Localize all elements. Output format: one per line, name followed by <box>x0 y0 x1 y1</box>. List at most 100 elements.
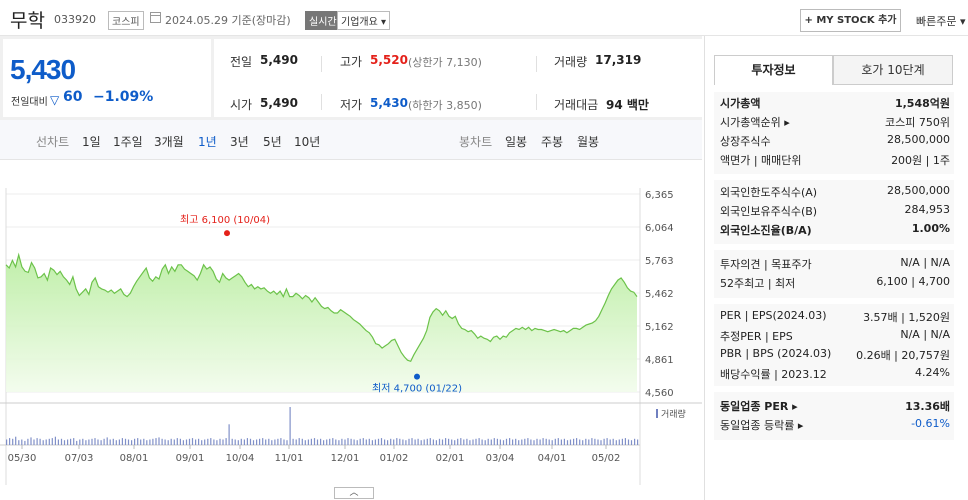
info-row: 상장주식수 28,500,000 <box>718 133 950 151</box>
volume-bar <box>612 438 614 445</box>
tab-1d[interactable]: 1일 <box>82 133 101 150</box>
volume-bar <box>45 439 47 445</box>
tab-order-book[interactable]: 호가 10단계 <box>833 55 953 85</box>
change-amount: 60 <box>63 89 83 105</box>
volume-bar <box>143 438 145 445</box>
volume-bar <box>417 438 419 445</box>
info-row: 시가총액 1,548억원 <box>718 95 950 113</box>
volume-bar <box>57 439 59 445</box>
volume-bar <box>606 438 608 445</box>
volume-bar <box>9 438 11 445</box>
tab-daily[interactable]: 일봉 <box>505 133 527 150</box>
volume-bar <box>195 439 197 445</box>
volume-bar <box>91 438 93 445</box>
volume-bar <box>210 438 212 445</box>
calendar-icon <box>150 12 161 23</box>
volume-bar <box>499 439 501 445</box>
volume-bar <box>289 407 291 445</box>
volume-bar <box>304 440 306 445</box>
x-tick-label: 08/01 <box>120 453 149 464</box>
info-label: 상장주식수 <box>720 135 771 148</box>
volume-bar <box>48 438 50 445</box>
volume-bar <box>618 439 620 445</box>
info-row: 투자의견 | 목표주가 N/A | N/A <box>718 256 950 274</box>
quick-order-button[interactable]: 빠른주문 ▾ <box>916 13 966 29</box>
info-value: 28,500,000 <box>887 133 950 146</box>
volume-bar <box>316 439 319 445</box>
volume-bar <box>600 440 602 445</box>
volume-bar <box>237 440 239 445</box>
low-label: 저가 <box>340 98 363 112</box>
realtime-button[interactable]: 실시간 <box>305 11 341 30</box>
tab-3y[interactable]: 3년 <box>230 133 249 150</box>
company-overview-dropdown[interactable]: 기업개요 ▾ <box>337 11 390 30</box>
x-tick-label: 11/01 <box>275 453 304 464</box>
volume-bar <box>134 438 136 445</box>
volume-bar <box>435 440 437 445</box>
low-marker <box>414 373 420 380</box>
volume-bar <box>271 440 273 445</box>
volume-bar <box>79 439 81 445</box>
volume-bar <box>70 438 72 445</box>
volume-bar <box>347 438 349 445</box>
volume-bar <box>179 438 181 445</box>
volume-bar <box>542 438 544 445</box>
info-label: 투자의견 | 목표주가 <box>720 258 812 271</box>
volume-bar <box>97 439 99 445</box>
tab-monthly[interactable]: 월봉 <box>577 133 599 150</box>
volume-bar <box>448 438 450 445</box>
tab-investment-info[interactable]: 투자정보 <box>714 55 833 85</box>
volume-bar <box>161 438 163 445</box>
add-my-stock-button[interactable]: + MY STOCK 추가 <box>800 9 901 32</box>
market-badge: 코스피 <box>108 11 144 30</box>
price-chart[interactable]: 6,365 6,064 5,763 5,462 5,162 4,861 4,560 05/3… <box>0 160 702 500</box>
volume-bar <box>615 440 617 445</box>
info-label: 액면가 | 매매단위 <box>720 154 802 167</box>
down-triangle-icon: ▽ <box>50 93 60 107</box>
tab-1y[interactable]: 1년 <box>198 133 217 150</box>
volume-bar <box>365 439 367 445</box>
volume-bar <box>588 439 590 445</box>
volume-bar <box>234 439 236 445</box>
info-row: 추정PER | EPS N/A | N/A <box>718 328 950 346</box>
volume-bar <box>332 438 334 445</box>
info-label: 52주최고 | 최저 <box>720 277 796 290</box>
volume-bar <box>310 438 312 445</box>
volume-bar <box>490 439 492 445</box>
volume-bar <box>170 438 172 445</box>
volume-bar <box>359 438 361 445</box>
y-tick-label: 5,763 <box>645 256 674 267</box>
volume-bar <box>73 438 75 445</box>
volume-bar <box>396 438 398 445</box>
tab-3m[interactable]: 3개월 <box>154 133 184 150</box>
tab-10y[interactable]: 10년 <box>294 133 320 150</box>
volume-bar <box>563 438 565 445</box>
info-row: 외국인소진율(B/A) 1.00% <box>718 222 950 240</box>
volume-bar <box>222 439 224 445</box>
tab-weekly[interactable]: 주봉 <box>541 133 563 150</box>
tab-1w[interactable]: 1주일 <box>113 133 143 150</box>
volume-bar <box>414 439 416 445</box>
volume-bar <box>67 439 69 445</box>
volume-bar <box>149 439 151 445</box>
volume-bar <box>27 438 29 445</box>
volume-bar <box>323 440 325 445</box>
volume-bar <box>326 439 328 445</box>
info-label: 추정PER | EPS <box>720 330 793 343</box>
volume-bar <box>283 439 285 445</box>
info-row: 액면가 | 매매단위 200원 | 1주 <box>718 152 950 170</box>
volume-bar <box>536 438 538 445</box>
volume-bar <box>524 438 526 445</box>
info-value: 6,100 | 4,700 <box>876 275 950 288</box>
volume-bar <box>256 439 258 445</box>
volume-bar <box>585 438 587 445</box>
collapse-chart-button[interactable]: ︿ <box>334 487 374 499</box>
volume-bar <box>338 440 340 445</box>
volume-bar <box>109 439 111 445</box>
volume-bar <box>411 438 413 445</box>
info-label: 시가총액순위 ▸ <box>720 116 790 129</box>
volume-bar <box>597 439 599 445</box>
volume-bar <box>15 436 17 445</box>
tab-5y[interactable]: 5년 <box>263 133 282 150</box>
volume-bar <box>634 438 636 445</box>
